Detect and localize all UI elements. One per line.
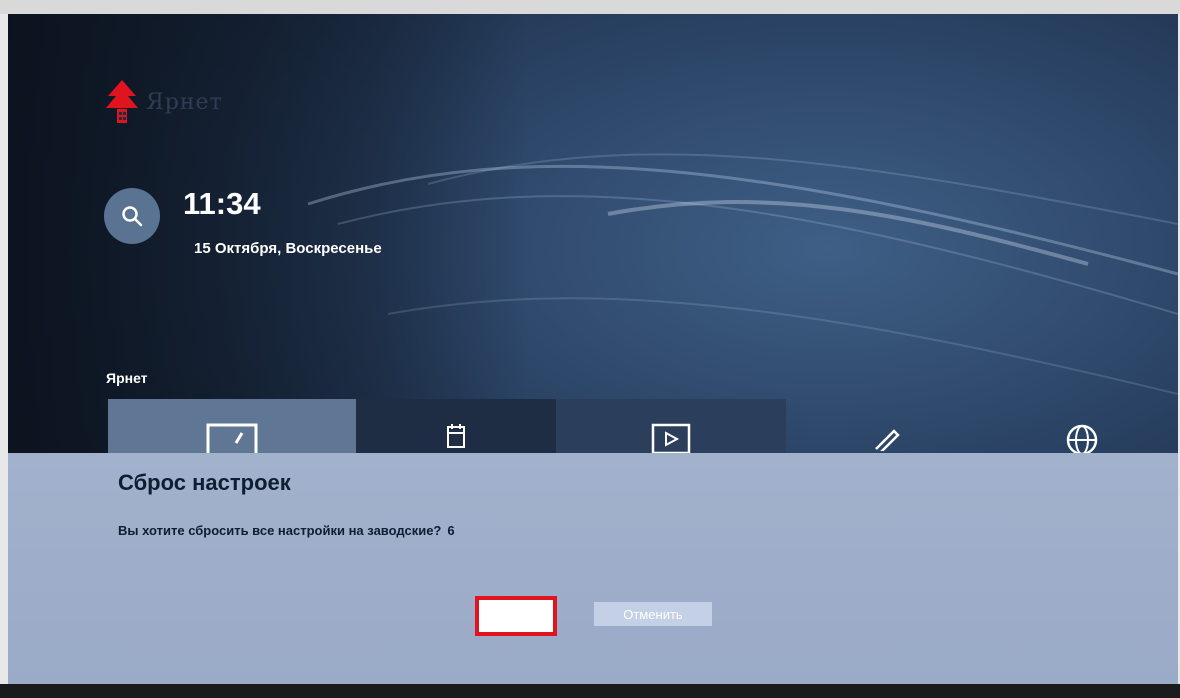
brand-name: Ярнет [146,89,223,115]
cancel-button[interactable]: Отменить [594,602,712,626]
dialog-message: Вы хотите сбросить все настройки на заво… [118,523,455,538]
play-icon [651,423,691,453]
tv-icon [206,423,258,455]
calendar-icon [447,424,465,448]
tv-bezel-bottom [0,684,1180,698]
dialog-countdown: 6 [447,523,455,538]
confirm-reset-button[interactable] [475,596,557,636]
globe-icon [1066,424,1098,456]
house-logo-icon [106,80,138,123]
clock-date: 15 Октября, Воскресенье [194,240,382,257]
dialog-title: Сброс настроек [118,470,291,495]
search-icon [122,206,143,227]
search-button[interactable] [104,188,160,244]
clock-time: 11:34 [183,186,261,221]
row-title: Ярнет [106,370,148,386]
pencil-icon [875,429,900,451]
dialog-message-text: Вы хотите сбросить все настройки на заво… [118,523,442,538]
brand-logo: Ярнет [104,80,223,124]
reset-settings-dialog: Сброс настроек Вы хотите сбросить все на… [8,453,1178,684]
tv-screen: Ярнет 11:34 15 Октября, Воскресенье Ярне… [8,14,1178,684]
tv-bezel-top [0,0,1180,14]
